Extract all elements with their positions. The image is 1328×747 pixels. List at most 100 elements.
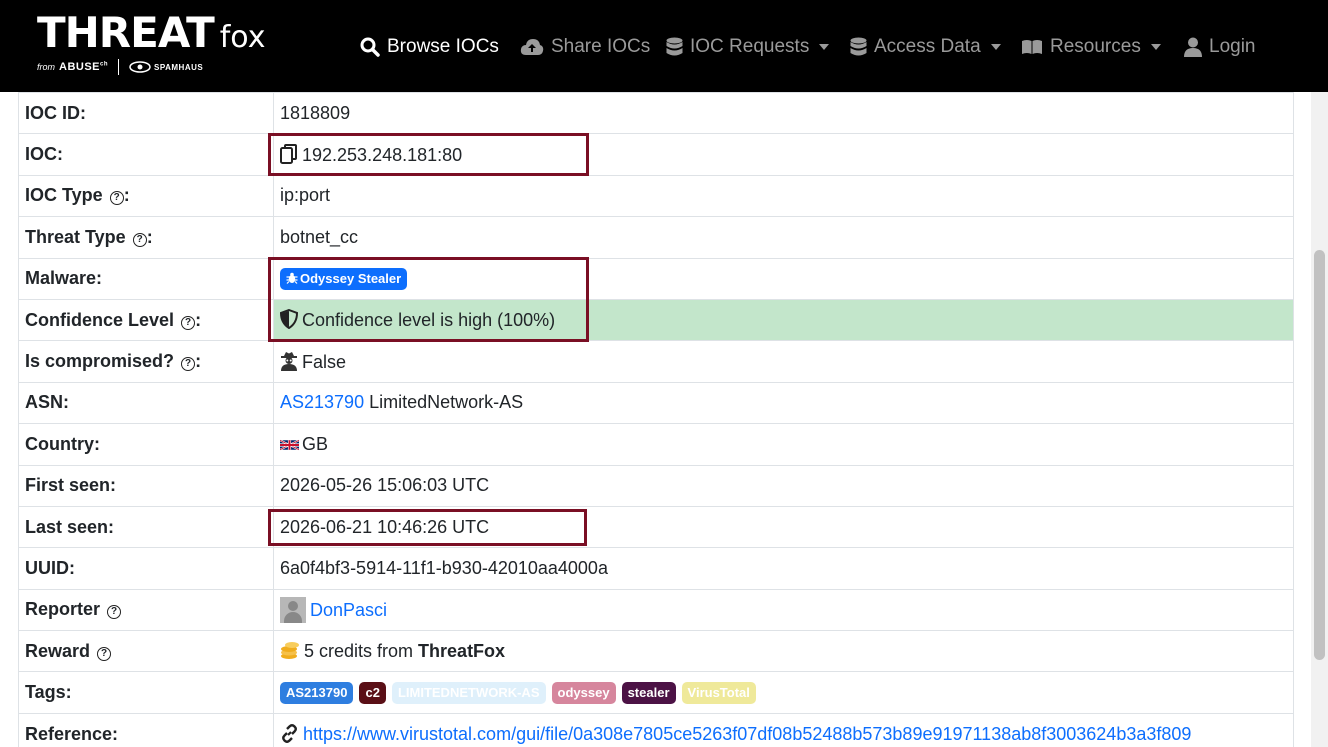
- abuse-sup: ch: [100, 61, 109, 68]
- value-ioc-id: 1818809: [273, 91, 1294, 135]
- value-compromised: False: [273, 340, 1294, 383]
- label-suffix: :: [195, 351, 202, 372]
- threatfox-logo[interactable]: THREAT fox from ABUSEch SPAMHAUS: [37, 12, 265, 75]
- row-threat-type: Threat Type ?: botnet_cc: [18, 216, 1294, 259]
- tag-badge[interactable]: LIMITEDNETWORK-AS: [391, 681, 546, 704]
- label-malware: Malware:: [18, 257, 274, 300]
- row-confidence: Confidence Level ?: Confidence level is …: [18, 298, 1294, 342]
- nav-login[interactable]: Login: [1184, 34, 1256, 60]
- tag-badge[interactable]: odyssey: [551, 681, 616, 704]
- database-icon: [666, 37, 683, 56]
- nav-share-iocs[interactable]: Share IOCs: [520, 34, 650, 60]
- chevron-down-icon: [1150, 44, 1161, 50]
- chevron-down-icon: [819, 44, 830, 50]
- logo-text: THREAT: [37, 8, 215, 57]
- tag-badge[interactable]: VirusTotal: [681, 681, 756, 704]
- coins-icon: [281, 642, 299, 660]
- ioc-details: IOC ID: 1818809 IOC: 192.253.248.181:80 …: [18, 91, 1294, 747]
- row-reference: Reference: https://www.virustotal.com/gu…: [18, 712, 1294, 747]
- gb-flag-icon: [280, 439, 299, 451]
- abuse-ch-logo: ABUSEch: [59, 61, 108, 73]
- help-icon[interactable]: ?: [97, 646, 112, 661]
- value-first-seen: 2026-05-26 15:06:03 UTC: [273, 464, 1294, 507]
- row-compromised: Is compromised? ?: False: [18, 340, 1294, 383]
- label-reward: Reward ?: [18, 630, 274, 673]
- label-last-seen: Last seen:: [18, 505, 274, 549]
- compromised-text: False: [302, 351, 347, 372]
- malware-badge-text: Odyssey Stealer: [300, 270, 402, 286]
- logo-subline: from ABUSEch SPAMHAUS: [37, 59, 203, 75]
- asn-link[interactable]: AS213790: [280, 392, 364, 412]
- bug-icon: [286, 272, 298, 284]
- value-reward: 5 credits from ThreatFox: [273, 630, 1294, 673]
- row-ioc-type: IOC Type ?: ip:port: [18, 174, 1294, 218]
- database-icon: [850, 37, 867, 56]
- value-ioc-type: ip:port: [273, 174, 1294, 218]
- navbar: THREAT fox from ABUSEch SPAMHAUS Browse I…: [0, 0, 1328, 92]
- label-suffix: :: [123, 185, 130, 206]
- label-ioc-type-text: IOC Type: [25, 185, 103, 206]
- value-last-seen: 2026-06-21 10:46:26 UTC: [273, 505, 1294, 549]
- country-code: GB: [302, 433, 329, 454]
- nav-resources[interactable]: Resources: [1021, 34, 1161, 60]
- tag-badge[interactable]: c2: [359, 681, 386, 704]
- avatar: [280, 596, 306, 623]
- reward-prefix: 5 credits from: [304, 641, 414, 662]
- label-reward-text: Reward: [25, 640, 91, 661]
- value-threat-type: botnet_cc: [273, 216, 1294, 259]
- reporter-link[interactable]: DonPasci: [310, 600, 387, 620]
- help-icon[interactable]: ?: [107, 605, 122, 620]
- ioc-details-table: IOC ID: 1818809 IOC: 192.253.248.181:80 …: [18, 91, 1294, 747]
- nav-access-data[interactable]: Access Data: [850, 34, 1001, 60]
- row-uuid: UUID: 6a0f4bf3-5914-11f1-b930-42010aa400…: [18, 547, 1294, 590]
- search-icon: [360, 37, 380, 57]
- value-tags: AS213790 c2 LIMITEDNETWORK-AS odyssey st…: [273, 671, 1294, 714]
- help-icon[interactable]: ?: [181, 357, 196, 372]
- ioc-value-text: 192.253.248.181:80: [302, 144, 463, 165]
- nav-ioc-requests[interactable]: IOC Requests: [666, 34, 830, 60]
- scrollbar-thumb[interactable]: [1314, 250, 1325, 660]
- row-country: Country: GB: [18, 423, 1294, 466]
- nav-browse-label: Browse IOCs: [387, 36, 499, 57]
- label-ioc-type: IOC Type ?:: [18, 174, 274, 218]
- malware-badge[interactable]: Odyssey Stealer: [280, 267, 408, 290]
- label-uuid: UUID:: [18, 547, 274, 590]
- row-ioc: IOC: 192.253.248.181:80: [18, 133, 1294, 176]
- logo-divider: [118, 59, 120, 75]
- label-ioc-id: IOC ID:: [18, 91, 274, 135]
- row-last-seen: Last seen: 2026-06-21 10:46:26 UTC: [18, 505, 1294, 549]
- value-malware: Odyssey Stealer: [273, 257, 1294, 300]
- label-tags: Tags:: [18, 671, 274, 714]
- spamhaus-icon: [129, 61, 151, 73]
- nav-browse-iocs[interactable]: Browse IOCs: [360, 34, 499, 60]
- value-uuid: 6a0f4bf3-5914-11f1-b930-42010aa4000a: [273, 547, 1294, 590]
- value-ioc: 192.253.248.181:80: [273, 133, 1294, 176]
- nav-requests-label: IOC Requests: [690, 36, 810, 57]
- help-icon[interactable]: ?: [181, 315, 196, 330]
- nav-share-label: Share IOCs: [551, 36, 651, 57]
- chevron-down-icon: [990, 44, 1001, 50]
- label-country: Country:: [18, 423, 274, 466]
- tag-badge[interactable]: stealer: [621, 681, 676, 704]
- reference-link[interactable]: https://www.virustotal.com/gui/file/0a30…: [303, 724, 1191, 744]
- label-asn: ASN:: [18, 381, 274, 425]
- row-reporter: Reporter ? DonPasci: [18, 588, 1294, 632]
- vertical-scrollbar[interactable]: [1311, 92, 1328, 747]
- label-compromised: Is compromised? ?:: [18, 340, 274, 383]
- shield-icon: [280, 309, 298, 330]
- row-ioc-id: IOC ID: 1818809: [18, 91, 1294, 135]
- help-icon[interactable]: ?: [109, 191, 124, 206]
- nav-access-label: Access Data: [874, 36, 981, 57]
- label-suffix: :: [195, 309, 202, 330]
- row-malware: Malware: Odyssey Stealer: [18, 257, 1294, 300]
- spamhaus-logo: SPAMHAUS: [129, 61, 203, 73]
- user-icon: [1184, 37, 1202, 57]
- link-icon: [282, 723, 297, 743]
- value-asn: AS213790 LimitedNetwork-AS: [273, 381, 1294, 425]
- copy-icon[interactable]: [280, 143, 298, 164]
- asn-name: LimitedNetwork-AS: [369, 392, 524, 413]
- row-first-seen: First seen: 2026-05-26 15:06:03 UTC: [18, 464, 1294, 507]
- value-reporter: DonPasci: [273, 588, 1294, 632]
- help-icon[interactable]: ?: [132, 232, 147, 247]
- tag-badge[interactable]: AS213790: [280, 681, 354, 704]
